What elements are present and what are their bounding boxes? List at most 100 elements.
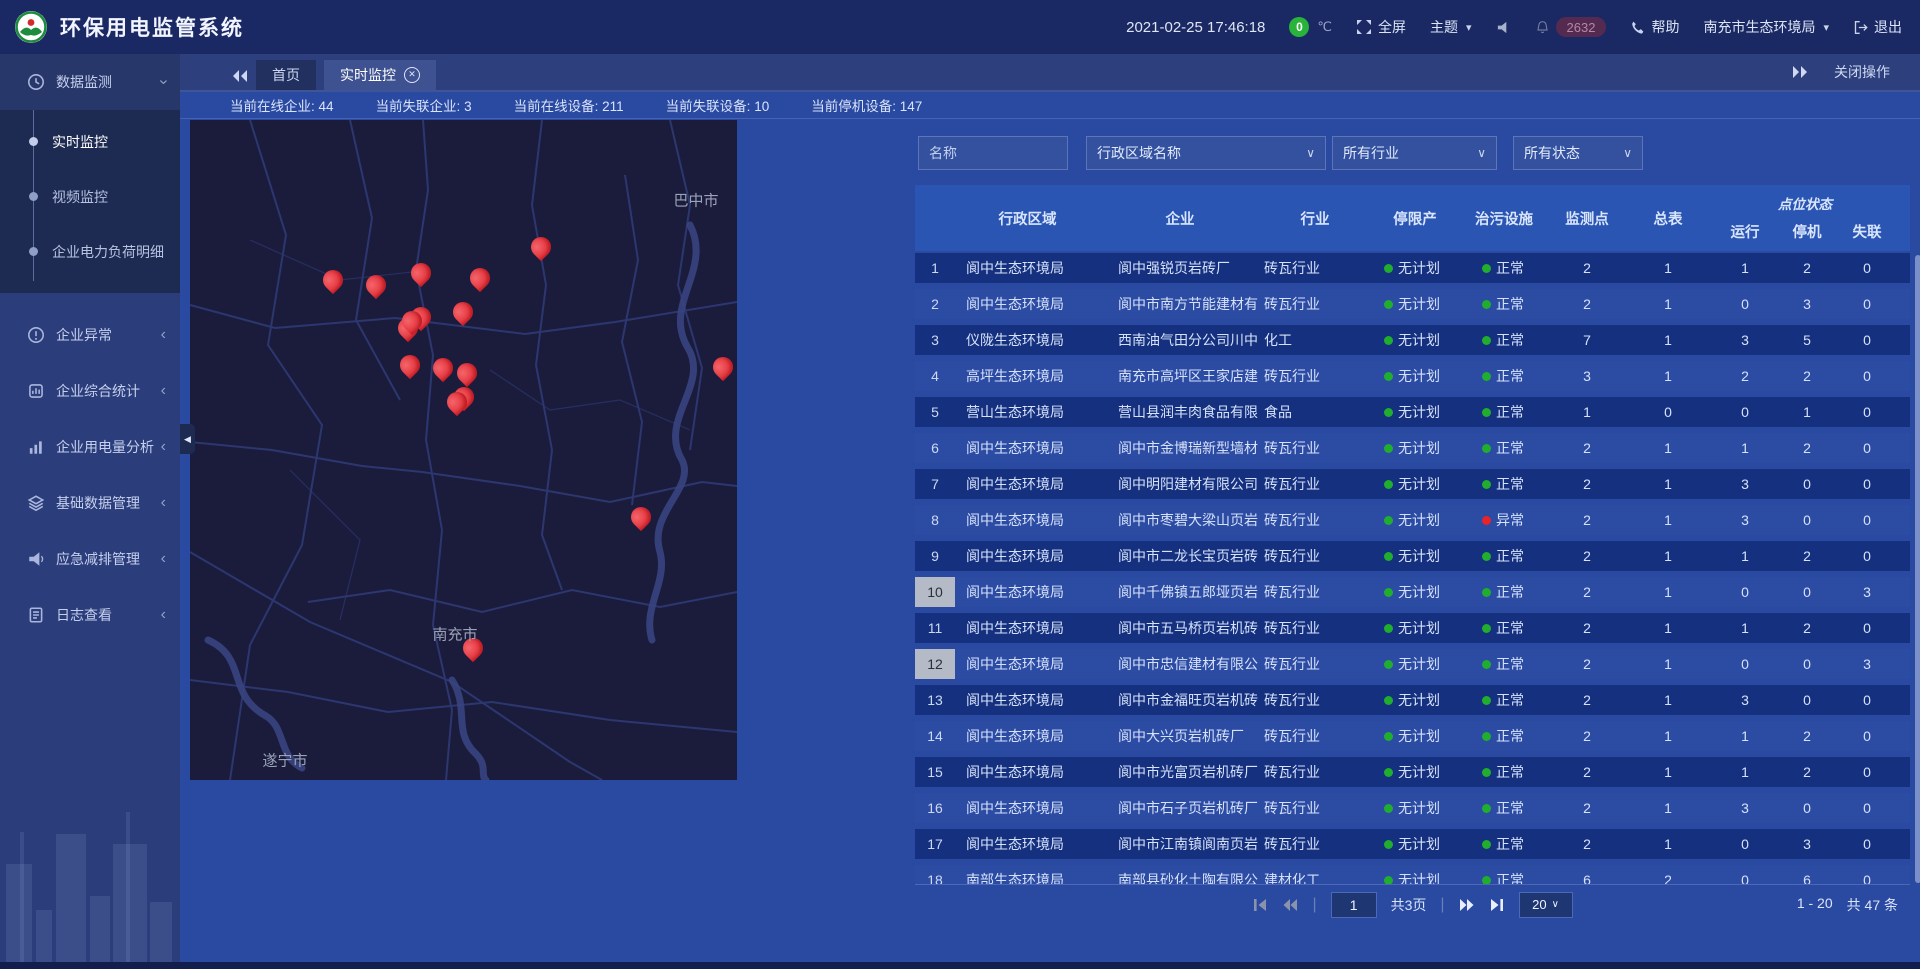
stat-lost-devices: 当前失联设备: 10: [666, 95, 770, 115]
facility-status-dot: [1482, 336, 1491, 345]
cell-plan: 无计划: [1370, 546, 1460, 566]
facility-status-dot: [1482, 660, 1491, 669]
sidebar-item-label: 数据监测: [56, 72, 112, 92]
cell-facility: 正常: [1460, 618, 1548, 638]
status-filter-select[interactable]: 所有状态 ∨: [1513, 136, 1643, 170]
help-button[interactable]: 帮助: [1630, 17, 1679, 37]
cell-plan: 无计划: [1370, 366, 1460, 386]
plan-status-dot: [1384, 660, 1393, 669]
facility-status-dot: [1482, 768, 1491, 777]
logout-button[interactable]: 退出: [1853, 17, 1902, 37]
tab-home[interactable]: 首页: [256, 60, 316, 90]
last-page-icon[interactable]: [1489, 898, 1505, 912]
theme-dropdown[interactable]: 主题 ▾: [1430, 17, 1472, 37]
table-row[interactable]: 16 阆中生态环境局 阆中市石子页岩机砖厂 砖瓦行业 无计划 正常 2 1 3 …: [915, 793, 1910, 823]
cell-run: 1: [1710, 548, 1780, 564]
org-dropdown[interactable]: 南充市生态环境局 ▾: [1703, 17, 1829, 37]
table-row[interactable]: 11 阆中生态环境局 阆中市五马桥页岩机砖 砖瓦行业 无计划 正常 2 1 1 …: [915, 613, 1910, 643]
next-page-icon[interactable]: [1459, 898, 1475, 912]
table-row[interactable]: 3 仪陇生态环境局 西南油气田分公司川中 化工 无计划 正常 7 1 3 5 0: [915, 325, 1910, 355]
table-row[interactable]: 13 阆中生态环境局 阆中市金福旺页岩机砖 砖瓦行业 无计划 正常 2 1 3 …: [915, 685, 1910, 715]
name-filter-input[interactable]: 名称: [918, 136, 1068, 170]
sidebar-item-enterprise-abnormal[interactable]: 企业异常 ‹: [0, 307, 180, 363]
cell-monitor: 3: [1548, 368, 1626, 384]
facility-status-dot: [1482, 876, 1491, 885]
table-row[interactable]: 14 阆中生态环境局 阆中大兴页岩机砖厂 砖瓦行业 无计划 正常 2 1 1 2…: [915, 721, 1910, 751]
table-row[interactable]: 18 南部生态环境局 南部县砂化土陶有限公 建材化工 无计划 正常 6 2 0 …: [915, 865, 1910, 884]
cell-facility: 正常: [1460, 474, 1548, 494]
facility-status-dot: [1482, 516, 1491, 525]
table-row[interactable]: 7 阆中生态环境局 阆中明阳建材有限公司 砖瓦行业 无计划 正常 2 1 3 0…: [915, 469, 1910, 499]
cell-stop: 1: [1780, 404, 1834, 420]
cell-lost: 0: [1834, 872, 1900, 884]
plan-status-dot: [1384, 804, 1393, 813]
sidebar-item-power-analysis[interactable]: 企业用电量分析 ‹: [0, 419, 180, 475]
skyline-decoration: [0, 762, 180, 962]
notifications[interactable]: 2632: [1535, 17, 1607, 37]
app-logo-icon: [14, 10, 48, 44]
sidebar-item-realtime-monitor[interactable]: 实时监控: [0, 114, 180, 169]
cell-region: 南部生态环境局: [955, 870, 1100, 884]
table-row[interactable]: 1 阆中生态环境局 阆中强锐页岩砖厂 砖瓦行业 无计划 正常 2 1 1 2 0: [915, 253, 1910, 283]
plan-status-dot: [1384, 624, 1393, 633]
cell-stop: 3: [1780, 836, 1834, 852]
stat-lost-enterprises: 当前失联企业: 3: [376, 95, 472, 115]
cell-industry: 砖瓦行业: [1260, 294, 1370, 314]
cell-plan: 无计划: [1370, 762, 1460, 782]
table-row[interactable]: 9 阆中生态环境局 阆中市二龙长宝页岩砖 砖瓦行业 无计划 正常 2 1 1 2…: [915, 541, 1910, 571]
table-row[interactable]: 15 阆中生态环境局 阆中市光富页岩机砖厂 砖瓦行业 无计划 正常 2 1 1 …: [915, 757, 1910, 787]
cell-stop: 6: [1780, 872, 1834, 884]
table-row[interactable]: 4 高坪生态环境局 南充市高坪区王家店建 砖瓦行业 无计划 正常 3 1 2 2…: [915, 361, 1910, 391]
table-row[interactable]: 10 阆中生态环境局 阆中千佛镇五郎垭页岩 砖瓦行业 无计划 正常 2 1 0 …: [915, 577, 1910, 607]
tabs-scroll-left-icon[interactable]: [232, 69, 248, 83]
tab-label: 实时监控: [340, 60, 396, 90]
sidebar-item-power-load-detail[interactable]: 企业电力负荷明细: [0, 224, 180, 279]
cell-stop: 0: [1780, 692, 1834, 708]
table-scrollbar[interactable]: [1915, 255, 1920, 883]
cell-total: 1: [1626, 260, 1710, 276]
prev-page-icon[interactable]: [1282, 898, 1298, 912]
plan-status-dot: [1384, 408, 1393, 417]
sidebar-item-log-view[interactable]: 日志查看 ‹: [0, 587, 180, 643]
stat-online-devices: 当前在线设备: 211: [514, 95, 624, 115]
industry-filter-select[interactable]: 所有行业 ∨: [1332, 136, 1497, 170]
plan-status-dot: [1384, 444, 1393, 453]
cell-lost: 3: [1834, 584, 1900, 600]
sidebar-item-data-monitor[interactable]: 数据监测 ‹: [0, 54, 180, 110]
cell-facility: 正常: [1460, 330, 1548, 350]
table-row[interactable]: 8 阆中生态环境局 阆中市枣碧大梁山页岩 砖瓦行业 无计划 异常 2 1 3 0…: [915, 505, 1910, 535]
page-number-input[interactable]: 1: [1331, 892, 1377, 918]
cell-company: 阆中市忠信建材有限公: [1100, 654, 1260, 674]
close-operations-button[interactable]: 关闭操作: [1834, 62, 1890, 82]
table-row[interactable]: 17 阆中生态环境局 阆中市江南镇阆南页岩 砖瓦行业 无计划 正常 2 1 0 …: [915, 829, 1910, 859]
chevron-collapsed-icon: ‹: [161, 382, 166, 400]
cell-monitor: 2: [1548, 476, 1626, 492]
table-header: 行政区域 企业 行业 停限产 治污设施 监测点 总表 点位状态 运行 停机 失联: [915, 185, 1910, 251]
table-row[interactable]: 6 阆中生态环境局 阆中市金博瑞新型墙材 砖瓦行业 无计划 正常 2 1 1 2…: [915, 433, 1910, 463]
first-page-icon[interactable]: [1252, 898, 1268, 912]
table-row[interactable]: 12 阆中生态环境局 阆中市忠信建材有限公 砖瓦行业 无计划 正常 2 1 0 …: [915, 649, 1910, 679]
tabs-scroll-right-icon[interactable]: [1792, 65, 1808, 79]
sidebar-item-enterprise-stats[interactable]: 企业综合统计 ‹: [0, 363, 180, 419]
sidebar-item-video-monitor[interactable]: 视频监控: [0, 169, 180, 224]
map-panel[interactable]: 巴中市南充市遂宁市: [190, 120, 737, 780]
row-number: 13: [915, 685, 955, 715]
page-size-select[interactable]: 20 ∨: [1519, 892, 1573, 918]
cell-region: 仪陇生态环境局: [955, 330, 1100, 350]
cell-monitor: 2: [1548, 440, 1626, 456]
table-row[interactable]: 5 营山生态环境局 营山县润丰肉食品有限 食品 无计划 正常 1 0 0 1 0: [915, 397, 1910, 427]
sidebar-item-base-data[interactable]: 基础数据管理 ‹: [0, 475, 180, 531]
mute-speaker-icon[interactable]: [1496, 20, 1511, 35]
cell-facility: 正常: [1460, 654, 1548, 674]
cell-industry: 砖瓦行业: [1260, 798, 1370, 818]
status-filter-value: 所有状态: [1524, 143, 1580, 163]
tab-close-icon[interactable]: ✕: [404, 67, 420, 83]
tab-realtime-monitor[interactable]: 实时监控 ✕: [324, 60, 436, 90]
region-filter-select[interactable]: 行政区域名称 ∨: [1086, 136, 1326, 170]
cell-company: 阆中大兴页岩机砖厂: [1100, 726, 1260, 746]
facility-status-dot: [1482, 264, 1491, 273]
sidebar-collapse-handle[interactable]: ◀: [180, 424, 195, 454]
fullscreen-button[interactable]: 全屏: [1356, 17, 1406, 37]
table-row[interactable]: 2 阆中生态环境局 阆中市南方节能建材有 砖瓦行业 无计划 正常 2 1 0 3…: [915, 289, 1910, 319]
sidebar-item-emergency-reduction[interactable]: 应急减排管理 ‹: [0, 531, 180, 587]
